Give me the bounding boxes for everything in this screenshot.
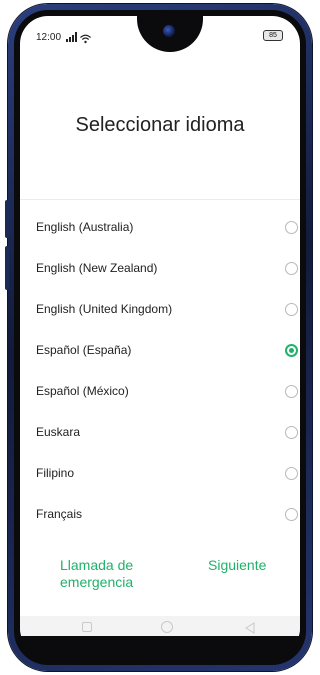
- language-item[interactable]: English (New Zealand): [20, 249, 300, 290]
- language-item[interactable]: English (United Kingdom): [20, 290, 300, 331]
- language-item[interactable]: Español (México): [20, 372, 300, 413]
- screen: 12:00 85 Seleccionar idioma English (Aus…: [20, 16, 300, 656]
- language-label: English (United Kingdom): [36, 302, 173, 316]
- camera-icon: [163, 25, 175, 37]
- radio-button[interactable]: [285, 385, 298, 398]
- radio-button[interactable]: [285, 262, 298, 275]
- page-title: Seleccionar idioma: [75, 114, 245, 136]
- language-label: English (New Zealand): [36, 261, 158, 275]
- square-icon[interactable]: [82, 622, 92, 632]
- divider: [20, 199, 300, 200]
- language-label: Español (México): [36, 384, 129, 398]
- radio-button[interactable]: [285, 467, 298, 480]
- volume-up-button: [5, 200, 9, 238]
- language-label: English (Australia): [36, 220, 134, 234]
- radio-button[interactable]: [285, 508, 298, 521]
- emergency-call-button[interactable]: Llamada de emergencia: [60, 557, 170, 591]
- circle-icon[interactable]: [161, 621, 173, 633]
- status-time: 12:00: [36, 32, 62, 43]
- language-item[interactable]: Español (España): [20, 331, 300, 372]
- language-item[interactable]: Filipino: [20, 454, 300, 495]
- signal-icon: [66, 32, 78, 42]
- radio-button[interactable]: [285, 303, 298, 316]
- next-button[interactable]: Siguiente: [208, 557, 288, 573]
- triangle-back-icon[interactable]: [244, 621, 256, 634]
- wifi-icon: [80, 31, 91, 44]
- language-item[interactable]: English (Australia): [20, 208, 300, 249]
- language-item[interactable]: Français: [20, 495, 300, 536]
- radio-button[interactable]: [285, 426, 298, 439]
- language-item[interactable]: Euskara: [20, 413, 300, 454]
- language-label: Filipino: [36, 466, 75, 480]
- language-label: Français: [36, 507, 83, 521]
- phone-chin: [20, 636, 300, 656]
- battery-icon: 85: [263, 30, 283, 41]
- volume-down-button: [5, 246, 9, 290]
- language-label: Euskara: [36, 425, 81, 439]
- radio-button-selected[interactable]: [285, 344, 298, 357]
- radio-button[interactable]: [285, 221, 298, 234]
- language-label: Español (España): [36, 343, 132, 357]
- language-list: English (Australia) English (New Zealand…: [20, 208, 300, 536]
